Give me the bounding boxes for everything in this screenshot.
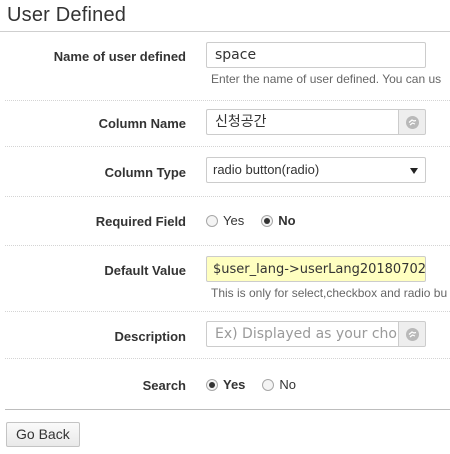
search-yes-option[interactable]: Yes <box>206 377 245 392</box>
row-divider <box>5 146 450 147</box>
row-divider <box>5 196 450 197</box>
required-yes-radio[interactable] <box>206 214 218 227</box>
search-no-radio[interactable] <box>262 378 275 391</box>
column-name-group: 신청공간 <box>206 109 426 135</box>
column-type-label: Column Type <box>104 165 186 180</box>
search-no-label: No <box>279 377 297 392</box>
required-yes-label: Yes <box>223 213 245 228</box>
required-yes-option[interactable]: Yes <box>206 213 244 228</box>
description-label: Description <box>114 329 186 344</box>
row-divider <box>5 245 450 246</box>
description-input[interactable]: Ex) Displayed as your choice <box>206 321 398 347</box>
row-divider <box>5 358 450 359</box>
search-radios: Yes No <box>206 377 313 392</box>
column-name-lang-button[interactable] <box>398 109 426 135</box>
column-name-input[interactable]: 신청공간 <box>206 109 398 135</box>
column-type-select[interactable]: radio button(radio) <box>206 157 426 183</box>
required-no-label: No <box>278 213 296 228</box>
required-no-radio[interactable] <box>261 214 274 227</box>
column-type-selected: radio button(radio) <box>213 162 320 177</box>
name-help-text: Enter the name of user defined. You can … <box>211 72 442 86</box>
search-yes-radio[interactable] <box>206 378 218 391</box>
name-label: Name of user defined <box>53 49 186 64</box>
form-end-divider <box>5 409 450 410</box>
globe-icon <box>405 115 419 129</box>
description-lang-button[interactable] <box>398 321 426 347</box>
title-divider <box>0 31 450 32</box>
column-name-label: Column Name <box>98 116 186 131</box>
required-field-radios: Yes No <box>206 213 313 228</box>
search-label: Search <box>142 378 186 393</box>
go-back-button[interactable]: Go Back <box>6 422 80 447</box>
default-value-label: Default Value <box>104 263 186 278</box>
row-divider <box>5 311 450 312</box>
page-title: User Defined <box>7 4 127 26</box>
default-value-input[interactable]: $user_lang->userLang2018070211 <box>206 256 426 282</box>
search-no-option[interactable]: No <box>262 377 296 392</box>
globe-icon <box>405 327 419 341</box>
required-field-label: Required Field <box>95 214 186 229</box>
default-value-help-text: This is only for select,checkbox and rad… <box>211 286 448 300</box>
name-input[interactable]: space <box>206 42 426 68</box>
description-group: Ex) Displayed as your choice <box>206 321 426 347</box>
search-yes-label: Yes <box>223 377 246 392</box>
required-no-option[interactable]: No <box>261 213 296 228</box>
row-divider <box>5 100 450 101</box>
caret-down-icon <box>410 168 418 174</box>
